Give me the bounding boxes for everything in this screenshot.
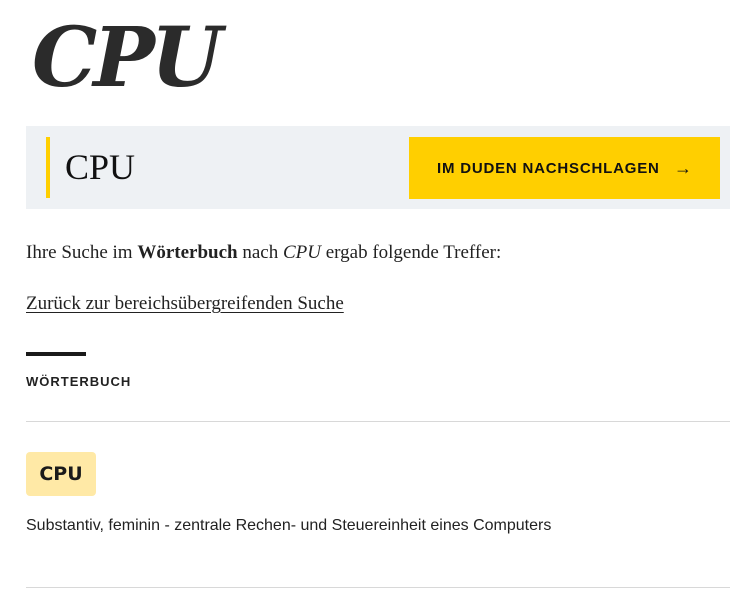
lookup-button-label: IM DUDEN NACHSCHLAGEN	[437, 159, 660, 177]
result-intro: Ihre Suche im Wörterbuch nach CPU ergab …	[26, 240, 501, 266]
search-band: CPU IM DUDEN NACHSCHLAGEN →	[26, 126, 730, 209]
divider	[26, 587, 730, 588]
section-rule	[26, 352, 86, 356]
search-term: CPU	[65, 147, 136, 187]
divider	[26, 421, 730, 422]
back-to-global-search-link[interactable]: Zurück zur bereichsübergreifenden Suche	[26, 291, 344, 317]
lookup-in-duden-button[interactable]: IM DUDEN NACHSCHLAGEN →	[409, 137, 720, 199]
arrow-right-icon: →	[674, 157, 692, 178]
entry-word-link[interactable]: CPU	[26, 452, 96, 496]
entry-description: Substantiv, feminin - zentrale Rechen- u…	[26, 517, 552, 534]
result-intro-suffix: ergab folgende Treffer:	[320, 242, 502, 263]
section-title: WÖRTERBUCH	[26, 374, 132, 389]
page-title-logo: CPU	[32, 10, 222, 106]
accent-bar	[46, 137, 50, 198]
result-intro-term: CPU	[282, 242, 321, 263]
result-intro-middle: nach	[237, 242, 283, 263]
result-intro-section: Wörterbuch	[137, 242, 238, 263]
result-intro-prefix: Ihre Suche im	[26, 242, 138, 263]
